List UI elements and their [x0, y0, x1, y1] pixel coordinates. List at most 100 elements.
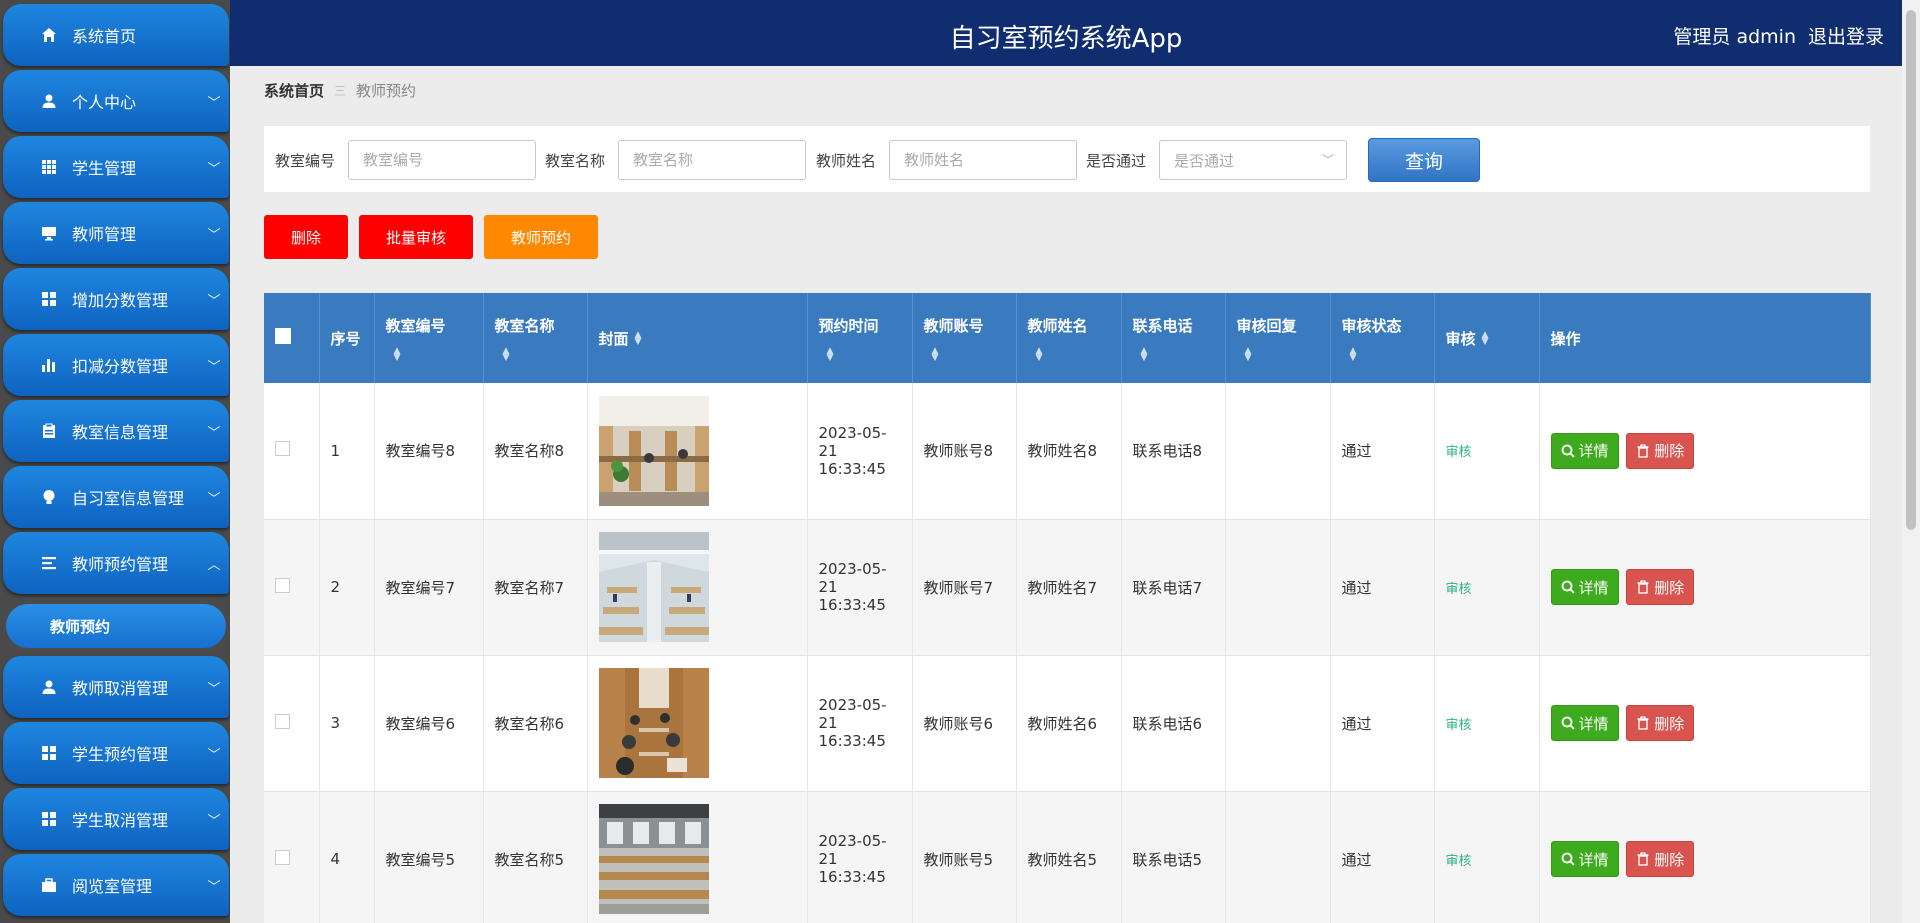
sidebar-item-deduct-score[interactable]: 扣减分数管理 ﹀ — [3, 334, 229, 396]
col-header-sortable[interactable]: 审核回复 ▲ ▼ — [1225, 293, 1331, 383]
cell-room-no: 教室编号8 — [374, 383, 484, 520]
detail-button[interactable]: 详情 — [1550, 569, 1619, 605]
select-all-checkbox[interactable] — [275, 328, 291, 344]
scrollbar-thumb[interactable] — [1906, 10, 1916, 530]
sort-icon[interactable]: ▲ ▼ — [1245, 346, 1319, 362]
detail-button[interactable]: 详情 — [1550, 841, 1619, 877]
row-delete-button[interactable]: 删除 — [1626, 432, 1695, 469]
sidebar-item-home[interactable]: 系统首页 — [3, 4, 229, 66]
list-icon — [40, 554, 58, 572]
cell-time: 2023-05-21 16:33:45 — [807, 791, 913, 923]
teacher-reserve-button[interactable]: 教师预约 — [484, 215, 598, 259]
row-delete-button[interactable]: 删除 — [1626, 841, 1695, 877]
cell-no: 2 — [319, 519, 375, 656]
chevron-down-icon: ﹀ — [207, 681, 221, 697]
sort-icon[interactable]: ▲ ▼ — [503, 346, 576, 362]
sidebar-item-label: 扣减分数管理 — [72, 357, 169, 376]
chevron-down-icon: ﹀ — [207, 227, 221, 243]
audit-link[interactable]: 审核 — [1446, 582, 1472, 597]
bar-chart-icon — [40, 356, 58, 374]
batch-audit-button[interactable]: 批量审核 — [359, 215, 473, 259]
delete-button[interactable]: 删除 — [264, 215, 348, 259]
cover-image[interactable] — [598, 804, 709, 914]
room-name-input[interactable] — [618, 140, 806, 180]
sidebar-item-student-reservation[interactable]: 学生预约管理 ﹀ — [3, 722, 229, 784]
cell-teacher: 教师姓名7 — [1016, 519, 1122, 656]
sort-icon[interactable]: ▲ ▼ — [1482, 331, 1489, 347]
cell-teacher: 教师姓名8 — [1016, 383, 1122, 520]
col-header-sortable[interactable]: 教室名称 ▲ ▼ — [483, 293, 588, 383]
sidebar-item-teacher-reservation[interactable]: 教师预约管理 ︿ — [3, 532, 229, 594]
col-header-sortable[interactable]: 联系电话 ▲ ▼ — [1121, 293, 1226, 383]
sidebar-item-personal-center[interactable]: 个人中心 ﹀ — [3, 70, 229, 132]
breadcrumb-home[interactable]: 系统首页 — [264, 80, 324, 101]
col-header-sortable[interactable]: 审核状态 ▲ ▼ — [1330, 293, 1435, 383]
sidebar-item-study-room-info[interactable]: 自习室信息管理 ﹀ — [3, 466, 229, 528]
detail-label: 详情 — [1578, 442, 1609, 461]
detail-button[interactable]: 详情 — [1550, 432, 1619, 469]
col-header-sortable[interactable]: 教室编号 ▲ ▼ — [374, 293, 484, 383]
passed-select-placeholder: 是否通过 — [1174, 151, 1235, 170]
sort-icon[interactable]: ▲ ▼ — [1350, 346, 1423, 362]
sort-icon[interactable]: ▲ ▼ — [932, 346, 1005, 362]
teacher-name-input[interactable] — [889, 140, 1077, 180]
sidebar-item-label: 教师管理 — [72, 225, 137, 244]
sort-icon[interactable]: ▲ ▼ — [394, 346, 472, 362]
cover-image[interactable] — [598, 532, 709, 642]
chevron-down-icon: ﹀ — [207, 161, 221, 177]
chevron-down-icon: ﹀ — [207, 813, 221, 829]
sidebar-item-teacher-cancel[interactable]: 教师取消管理 ﹀ — [3, 656, 229, 718]
col-header-sortable[interactable]: 教师账号 ▲ ▼ — [912, 293, 1017, 383]
sidebar-item-label: 系统首页 — [72, 27, 137, 46]
sidebar-item-teacher-management[interactable]: 教师管理 ﹀ — [3, 202, 229, 264]
cell-reply — [1225, 791, 1331, 923]
col-header: 序号 — [319, 293, 375, 383]
row-checkbox[interactable] — [275, 441, 290, 457]
audit-link[interactable]: 审核 — [1446, 718, 1472, 733]
apps-icon — [40, 290, 58, 308]
chevron-down-icon: ﹀ — [1321, 153, 1334, 167]
audit-link[interactable]: 审核 — [1446, 445, 1472, 460]
chevron-down-icon: ﹀ — [207, 293, 221, 309]
sidebar-subitem-teacher-reservation[interactable]: 教师预约 — [6, 604, 226, 648]
chevron-down-icon: ﹀ — [207, 95, 221, 111]
sort-icon[interactable]: ▲ ▼ — [635, 331, 642, 347]
cell-room-no: 教室编号6 — [374, 655, 484, 792]
briefcase-icon — [40, 876, 58, 894]
row-checkbox[interactable] — [275, 713, 290, 729]
audit-link[interactable]: 审核 — [1446, 854, 1472, 869]
home-icon — [40, 26, 58, 44]
passed-label: 是否通过 — [1086, 152, 1147, 170]
sort-icon[interactable]: ▲ ▼ — [1141, 346, 1214, 362]
cell-cover — [587, 383, 808, 520]
sidebar-item-label: 阅览室管理 — [72, 877, 153, 896]
row-delete-button[interactable]: 删除 — [1626, 569, 1695, 605]
col-header-sortable[interactable]: 教师姓名 ▲ ▼ — [1016, 293, 1122, 383]
cell-teacher: 教师姓名5 — [1016, 791, 1122, 923]
row-delete-button[interactable]: 删除 — [1626, 705, 1695, 741]
sidebar-item-student-management[interactable]: 学生管理 ﹀ — [3, 136, 229, 198]
col-header-sortable[interactable]: 封面 ▲ ▼ — [587, 293, 808, 383]
col-header-sortable[interactable]: 审核 ▲ ▼ — [1434, 293, 1540, 383]
sidebar-item-add-score[interactable]: 增加分数管理 ﹀ — [3, 268, 229, 330]
col-header-sortable[interactable]: 预约时间 ▲ ▼ — [807, 293, 913, 383]
row-checkbox[interactable] — [275, 577, 290, 593]
row-checkbox[interactable] — [275, 849, 290, 865]
sort-icon[interactable]: ▲ ▼ — [1036, 346, 1110, 362]
cell-time: 2023-05-21 16:33:45 — [807, 383, 913, 520]
delete-label: 删除 — [1654, 850, 1685, 869]
page-scrollbar[interactable] — [1902, 0, 1920, 923]
logout-link[interactable]: 退出登录 — [1808, 22, 1884, 49]
sidebar-item-classroom-info[interactable]: 教室信息管理 ﹀ — [3, 400, 229, 462]
sidebar-item-student-cancel[interactable]: 学生取消管理 ﹀ — [3, 788, 229, 850]
room-no-input[interactable] — [348, 140, 536, 180]
cover-image[interactable] — [598, 668, 709, 778]
query-button[interactable]: 查询 — [1368, 138, 1480, 182]
cover-image[interactable] — [598, 395, 709, 506]
sidebar-item-reading-room[interactable]: 阅览室管理 ﹀ — [3, 854, 229, 916]
cell-audit: 审核 — [1434, 519, 1540, 656]
sort-icon[interactable]: ▲ ▼ — [827, 346, 901, 362]
detail-button[interactable]: 详情 — [1550, 705, 1619, 741]
passed-select[interactable]: 是否通过 ﹀ — [1159, 140, 1347, 180]
cell-operations: 详情 删除 — [1539, 655, 1871, 792]
